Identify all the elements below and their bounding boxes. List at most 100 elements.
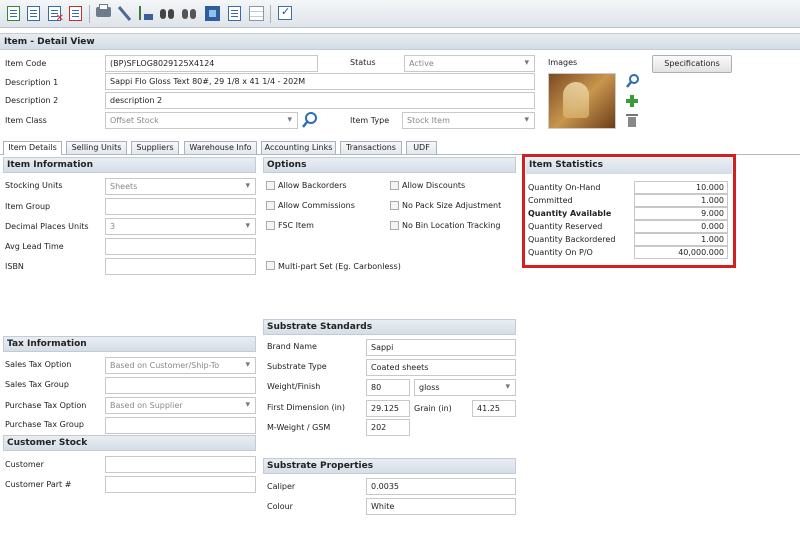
substrate-standards-header: Substrate Standards <box>263 319 516 335</box>
substrate-properties-header: Substrate Properties <box>263 458 516 474</box>
customer-label: Customer <box>5 460 44 469</box>
allow-backorders-label: Allow Backorders <box>278 181 347 190</box>
first-dimension-field[interactable]: 29.125 <box>366 400 410 417</box>
multipart-set-label: Multi-part Set (Eg. Carbonless) <box>278 262 401 271</box>
brand-name-field[interactable]: Sappi <box>366 339 516 356</box>
find-next-icon[interactable] <box>180 4 199 23</box>
item-class-select[interactable]: Offset Stock <box>105 112 298 129</box>
stat-value: 1.000 <box>634 233 728 246</box>
weight-field[interactable]: 80 <box>366 379 410 396</box>
tools-icon[interactable] <box>115 4 134 23</box>
sales-tax-group-field[interactable] <box>105 377 256 394</box>
colour-field[interactable]: White <box>366 498 516 515</box>
grid-icon[interactable] <box>247 4 266 23</box>
stat-label: Quantity On P/O <box>528 248 593 257</box>
item-code-field[interactable]: (BP)SFLOG8029125X4124 <box>105 55 318 72</box>
stat-value: 40,000.000 <box>634 246 728 259</box>
options-header: Options <box>263 157 516 173</box>
multipart-set-checkbox[interactable] <box>266 261 275 270</box>
isbn-field[interactable] <box>105 258 256 275</box>
colour-label: Colour <box>267 502 293 511</box>
description-field[interactable]: Sappi Flo Gloss Text 80#, 29 1/8 x 41 1/… <box>105 73 535 90</box>
purchase-tax-option-label: Purchase Tax Option <box>5 401 87 410</box>
new-item-icon[interactable] <box>4 4 23 23</box>
decimal-places-label: Decimal Places Units <box>5 222 89 231</box>
tax-information-header: Tax Information <box>3 336 256 352</box>
decimal-places-select[interactable]: 3 <box>105 218 256 235</box>
stat-label: Quantity Backordered <box>528 235 616 244</box>
item-class-label: Item Class <box>5 116 47 125</box>
item-code-label: Item Code <box>5 59 47 68</box>
sales-tax-option-label: Sales Tax Option <box>5 360 72 369</box>
weight-finish-label: Weight/Finish <box>267 382 321 391</box>
tab-item-details[interactable]: Item Details <box>3 141 62 155</box>
grain-label: Grain (in) <box>414 404 452 413</box>
first-dimension-label: First Dimension (in) <box>267 403 345 412</box>
stat-value: 10.000 <box>634 181 728 194</box>
customer-field[interactable] <box>105 456 256 473</box>
tab-warehouse-info[interactable]: Warehouse Info <box>184 141 257 154</box>
tab-suppliers[interactable]: Suppliers <box>131 141 179 154</box>
avg-lead-time-field[interactable] <box>105 238 256 255</box>
images-label: Images <box>548 58 578 67</box>
delete-icon[interactable]: ✕ <box>45 4 64 24</box>
allow-discounts-label: Allow Discounts <box>402 181 466 190</box>
mweight-label: M-Weight / GSM <box>267 423 331 432</box>
fsc-item-checkbox[interactable] <box>266 221 275 230</box>
tab-accounting-links[interactable]: Accounting Links <box>261 141 336 154</box>
item-group-field[interactable] <box>105 198 256 215</box>
mweight-field[interactable]: 202 <box>366 419 410 436</box>
item-type-label: Item Type <box>350 116 390 125</box>
stat-label: Quantity Reserved <box>528 222 603 231</box>
item-image-thumbnail[interactable] <box>548 73 616 129</box>
export-icon[interactable] <box>203 4 222 23</box>
sort-icon[interactable] <box>136 4 155 23</box>
avg-lead-time-label: Avg Lead Time <box>5 242 64 251</box>
no-bin-location-label: No Bin Location Tracking <box>402 221 501 230</box>
tab-udf[interactable]: UDF <box>406 141 437 154</box>
checkbox-icon[interactable]: ✓ <box>276 4 295 23</box>
no-pack-size-label: No Pack Size Adjustment <box>402 201 502 210</box>
no-pack-size-checkbox[interactable] <box>390 201 399 210</box>
print-icon[interactable] <box>94 4 113 23</box>
stocking-units-select[interactable]: Sheets <box>105 178 256 195</box>
tab-bar: Item Details Selling Units Suppliers War… <box>0 141 800 155</box>
customer-part-field[interactable] <box>105 476 256 493</box>
substrate-type-field[interactable]: Coated sheets <box>366 359 516 376</box>
allow-backorders-checkbox[interactable] <box>266 181 275 190</box>
substrate-type-label: Substrate Type <box>267 362 327 371</box>
item-information-header: Item Information <box>3 157 256 173</box>
search-icon[interactable] <box>300 110 320 130</box>
customer-part-label: Customer Part # <box>5 480 72 489</box>
delete-image-icon[interactable] <box>626 113 638 127</box>
copy-icon[interactable] <box>66 4 85 23</box>
purchase-tax-option-select[interactable]: Based on Supplier <box>105 397 256 414</box>
grain-field[interactable]: 41.25 <box>472 400 516 417</box>
status-label: Status <box>350 58 376 67</box>
edit-icon[interactable] <box>24 4 43 23</box>
brand-name-label: Brand Name <box>267 342 317 351</box>
allow-commissions-label: Allow Commissions <box>278 201 355 210</box>
item-type-select[interactable]: Stock Item <box>402 112 535 129</box>
status-select[interactable]: Active <box>404 55 535 72</box>
specifications-button[interactable]: Specifications <box>652 55 732 73</box>
allow-commissions-checkbox[interactable] <box>266 201 275 210</box>
sales-tax-group-label: Sales Tax Group <box>5 380 69 389</box>
stat-label: Committed <box>528 196 573 205</box>
finish-select[interactable]: gloss <box>414 379 516 396</box>
tab-transactions[interactable]: Transactions <box>340 141 402 154</box>
description2-label: Description 2 <box>5 96 59 105</box>
no-bin-location-checkbox[interactable] <box>390 221 399 230</box>
purchase-tax-group-field[interactable] <box>105 417 256 434</box>
add-image-icon[interactable] <box>625 94 639 108</box>
allow-discounts-checkbox[interactable] <box>390 181 399 190</box>
report-icon[interactable] <box>225 4 244 23</box>
description-label: Description 1 <box>5 78 59 87</box>
caliper-field[interactable]: 0.0035 <box>366 478 516 495</box>
find-icon[interactable] <box>158 4 177 23</box>
fsc-item-label: FSC Item <box>278 221 314 230</box>
view-image-icon[interactable] <box>625 73 641 89</box>
tab-selling-units[interactable]: Selling Units <box>66 141 127 154</box>
sales-tax-option-select[interactable]: Based on Customer/Ship-To <box>105 357 256 374</box>
description2-field[interactable]: description 2 <box>105 92 535 109</box>
